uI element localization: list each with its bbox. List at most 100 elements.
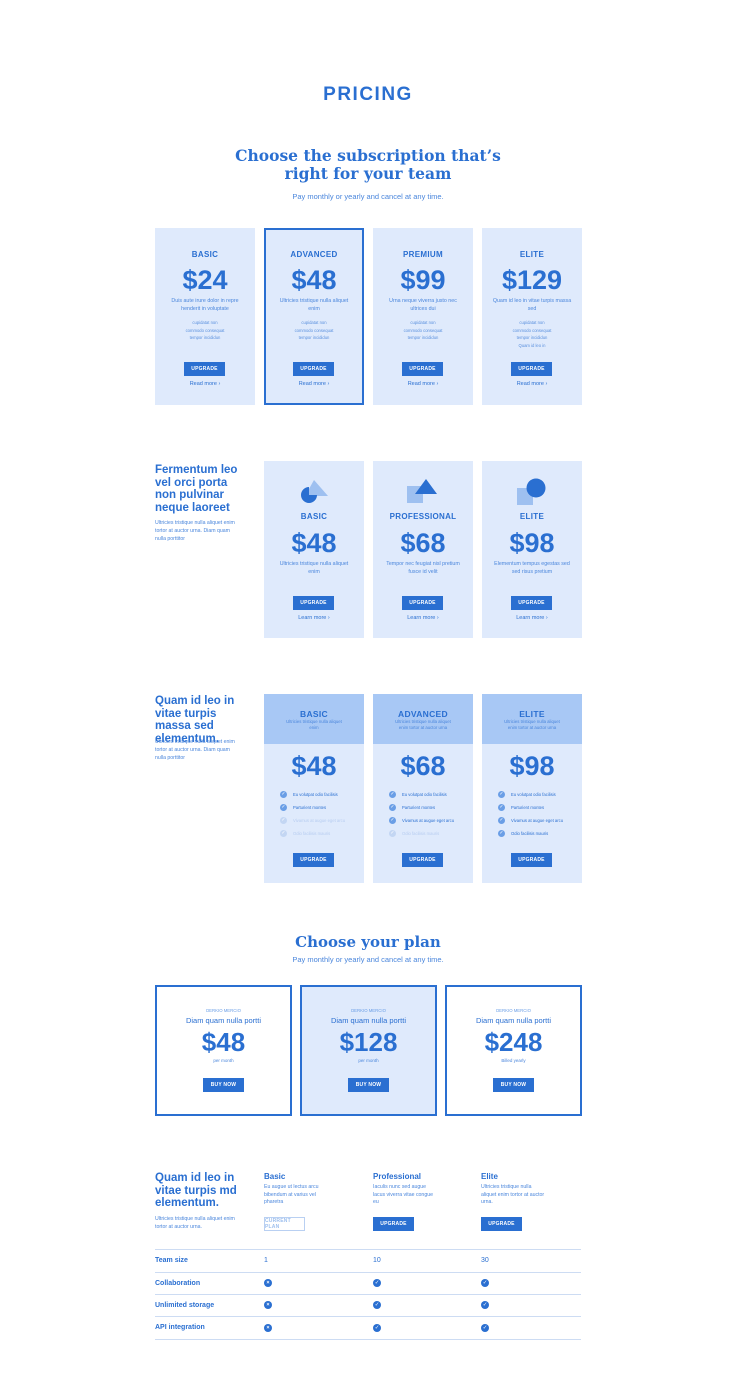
pricing-card-professional: PROFESSIONAL $68 Tempor nec feugiat nisl… xyxy=(373,461,473,638)
upgrade-button[interactable]: UPGRADE xyxy=(373,1217,414,1231)
tier-description: Urna neque viverra justo nec ultrices du… xyxy=(389,298,457,312)
buy-now-button[interactable]: BUY NOW xyxy=(493,1078,534,1092)
x-icon: × xyxy=(264,1279,272,1287)
upgrade-button[interactable]: UPGRADE xyxy=(402,853,443,867)
cell-value: 30 xyxy=(481,1257,489,1264)
tier-label: ADVANCED xyxy=(398,709,448,719)
upgrade-button[interactable]: UPGRADE xyxy=(511,596,552,610)
feature-label: Vivamus at augue eget arcu xyxy=(402,817,455,823)
feature-list: cupidatat non commodo consequat tempor i… xyxy=(286,319,342,342)
check-icon: ✓ xyxy=(389,829,396,837)
row-label-team-size: Team size xyxy=(155,1257,188,1264)
tier-description: Duis aute irure dolor in repre henderit … xyxy=(171,298,239,312)
check-icon: ✓ xyxy=(373,1324,381,1332)
learn-more-link[interactable]: Learn more › xyxy=(264,615,364,621)
upgrade-button[interactable]: UPGRADE xyxy=(184,362,225,376)
read-more-label: Read more xyxy=(516,381,544,387)
pricing-card-elite: ELITE $98 Elementum tempus egestas sed s… xyxy=(482,461,582,638)
check-icon: ✓ xyxy=(498,816,505,824)
tier-label: BASIC xyxy=(300,709,328,719)
billing-period: Billed yearly xyxy=(501,1058,526,1063)
check-icon: ✓ xyxy=(389,816,396,824)
cell-value: 1 xyxy=(264,1257,268,1264)
current-plan-button[interactable]: CURRENT PLAN xyxy=(264,1217,305,1231)
section-description: Ultricies tristique nulla aliquet enim t… xyxy=(155,739,235,761)
feature-item: ✓ Eu volutpat odio facilisis xyxy=(389,790,465,798)
plan-card-featured: DERKIO MERCIO Diam quam nulla portti $12… xyxy=(300,985,437,1116)
hero-subtitle: Pay monthly or yearly and cancel at any … xyxy=(292,192,444,201)
check-icon: ✓ xyxy=(498,790,505,798)
feature-item: commodo consequat xyxy=(512,327,552,333)
price: $129 xyxy=(501,265,563,295)
pie-triangle-icon xyxy=(301,480,328,503)
feature-list: cupidatat non commodo consequat tempor i… xyxy=(175,319,235,342)
upgrade-button[interactable]: UPGRADE xyxy=(511,362,552,376)
learn-more-link[interactable]: Learn more › xyxy=(373,615,473,621)
tier-description: Ultricies tristique nulla aliquet enim xyxy=(279,298,349,312)
read-more-link[interactable]: Read more › xyxy=(155,381,255,387)
plan-eyebrow: DERKIO MERCIO xyxy=(206,1008,241,1013)
feature-item: ✓ Eu volutpat odio facilisis xyxy=(280,790,356,798)
check-icon: ✓ xyxy=(389,803,396,811)
row-label-unlimited-storage: Unlimited storage xyxy=(155,1302,215,1309)
read-more-link[interactable]: Read more › xyxy=(373,381,473,387)
price: $98 xyxy=(509,528,555,558)
read-more-link[interactable]: Read more › xyxy=(482,381,582,387)
price: $48 xyxy=(201,1027,246,1057)
upgrade-button[interactable]: UPGRADE xyxy=(511,853,552,867)
upgrade-button[interactable]: UPGRADE xyxy=(481,1217,522,1231)
feature-label: Eu volutpat odio facilisis xyxy=(293,791,338,797)
upgrade-button[interactable]: UPGRADE xyxy=(402,596,443,610)
page-title: PRICING xyxy=(323,84,413,105)
tier-description: Quam id leo in vitae turpis massa sed xyxy=(492,298,572,312)
x-icon: × xyxy=(264,1301,272,1309)
table-divider xyxy=(155,1316,581,1317)
plan-eyebrow: DERKIO MERCIO xyxy=(496,1008,531,1013)
read-more-label: Read more xyxy=(407,381,435,387)
tier-label: ADVANCED xyxy=(290,250,338,259)
feature-item: ✓ Vivamus at augue eget arcu xyxy=(389,816,465,824)
price: $128 xyxy=(339,1027,398,1057)
x-icon: × xyxy=(264,1324,272,1332)
plan-name: Diam quam nulla portti xyxy=(185,1016,262,1025)
plan-name: Diam quam nulla portti xyxy=(330,1016,407,1025)
buy-now-button[interactable]: BUY NOW xyxy=(348,1078,389,1092)
section-description: Ultricies tristique nulla aliquet enim t… xyxy=(155,520,235,542)
pricing-card-basic: BASIC Ultricies tristique nulla aliquet … xyxy=(264,694,364,883)
check-icon: ✓ xyxy=(481,1301,489,1309)
section-title: Fermentum leo vel orci porta non pulvina… xyxy=(155,464,238,514)
pricing-card-premium: PREMIUM $99 Urna neque viverra justo nec… xyxy=(373,228,473,405)
check-icon: ✓ xyxy=(498,829,505,837)
compare-plan-desc: Ultricies tristique nulla aliquet enim t… xyxy=(481,1184,545,1205)
chevron-right-icon: › xyxy=(545,381,548,387)
price: $99 xyxy=(400,265,446,295)
price: $248 xyxy=(484,1027,543,1057)
feature-list: cupidatat non commodo consequat tempor i… xyxy=(393,319,453,342)
feature-item: ✓ Parturient montes xyxy=(280,803,356,811)
section-description: Ultricies tristique nulla aliquet enim t… xyxy=(155,1216,235,1230)
tier-label: ELITE xyxy=(519,512,545,521)
plan-name: Diam quam nulla portti xyxy=(475,1016,552,1025)
compare-plan-desc: Eu augue ut lectus arcu bibendum at vari… xyxy=(264,1184,319,1205)
feature-item: cupidatat non xyxy=(301,320,327,325)
upgrade-button[interactable]: UPGRADE xyxy=(293,853,334,867)
feature-item: cupidatat non xyxy=(410,320,436,325)
read-more-link[interactable]: Read more › xyxy=(266,381,362,387)
row-label-api-integration: API integration xyxy=(155,1324,205,1331)
learn-more-link[interactable]: Learn more › xyxy=(482,615,582,621)
upgrade-button[interactable]: UPGRADE xyxy=(293,596,334,610)
feature-label: Eu volutpat odio facilisis xyxy=(511,791,556,797)
tier-label: PREMIUM xyxy=(403,250,443,259)
cell-value: 10 xyxy=(373,1257,381,1264)
upgrade-button[interactable]: UPGRADE xyxy=(402,362,443,376)
learn-more-label: Learn more xyxy=(407,615,436,621)
billing-period: per month xyxy=(358,1058,379,1063)
buy-now-button[interactable]: BUY NOW xyxy=(203,1078,244,1092)
price: $68 xyxy=(400,528,446,558)
check-icon: ✓ xyxy=(280,829,287,837)
feature-item-disabled: ✓ Odio facilisis mauris xyxy=(280,829,356,837)
upgrade-button[interactable]: UPGRADE xyxy=(293,362,334,376)
feature-item: Quam id leo in xyxy=(518,342,546,348)
feature-item: commodo consequat xyxy=(403,327,443,333)
feature-item: ✓ Eu volutpat odio facilisis xyxy=(498,790,574,798)
